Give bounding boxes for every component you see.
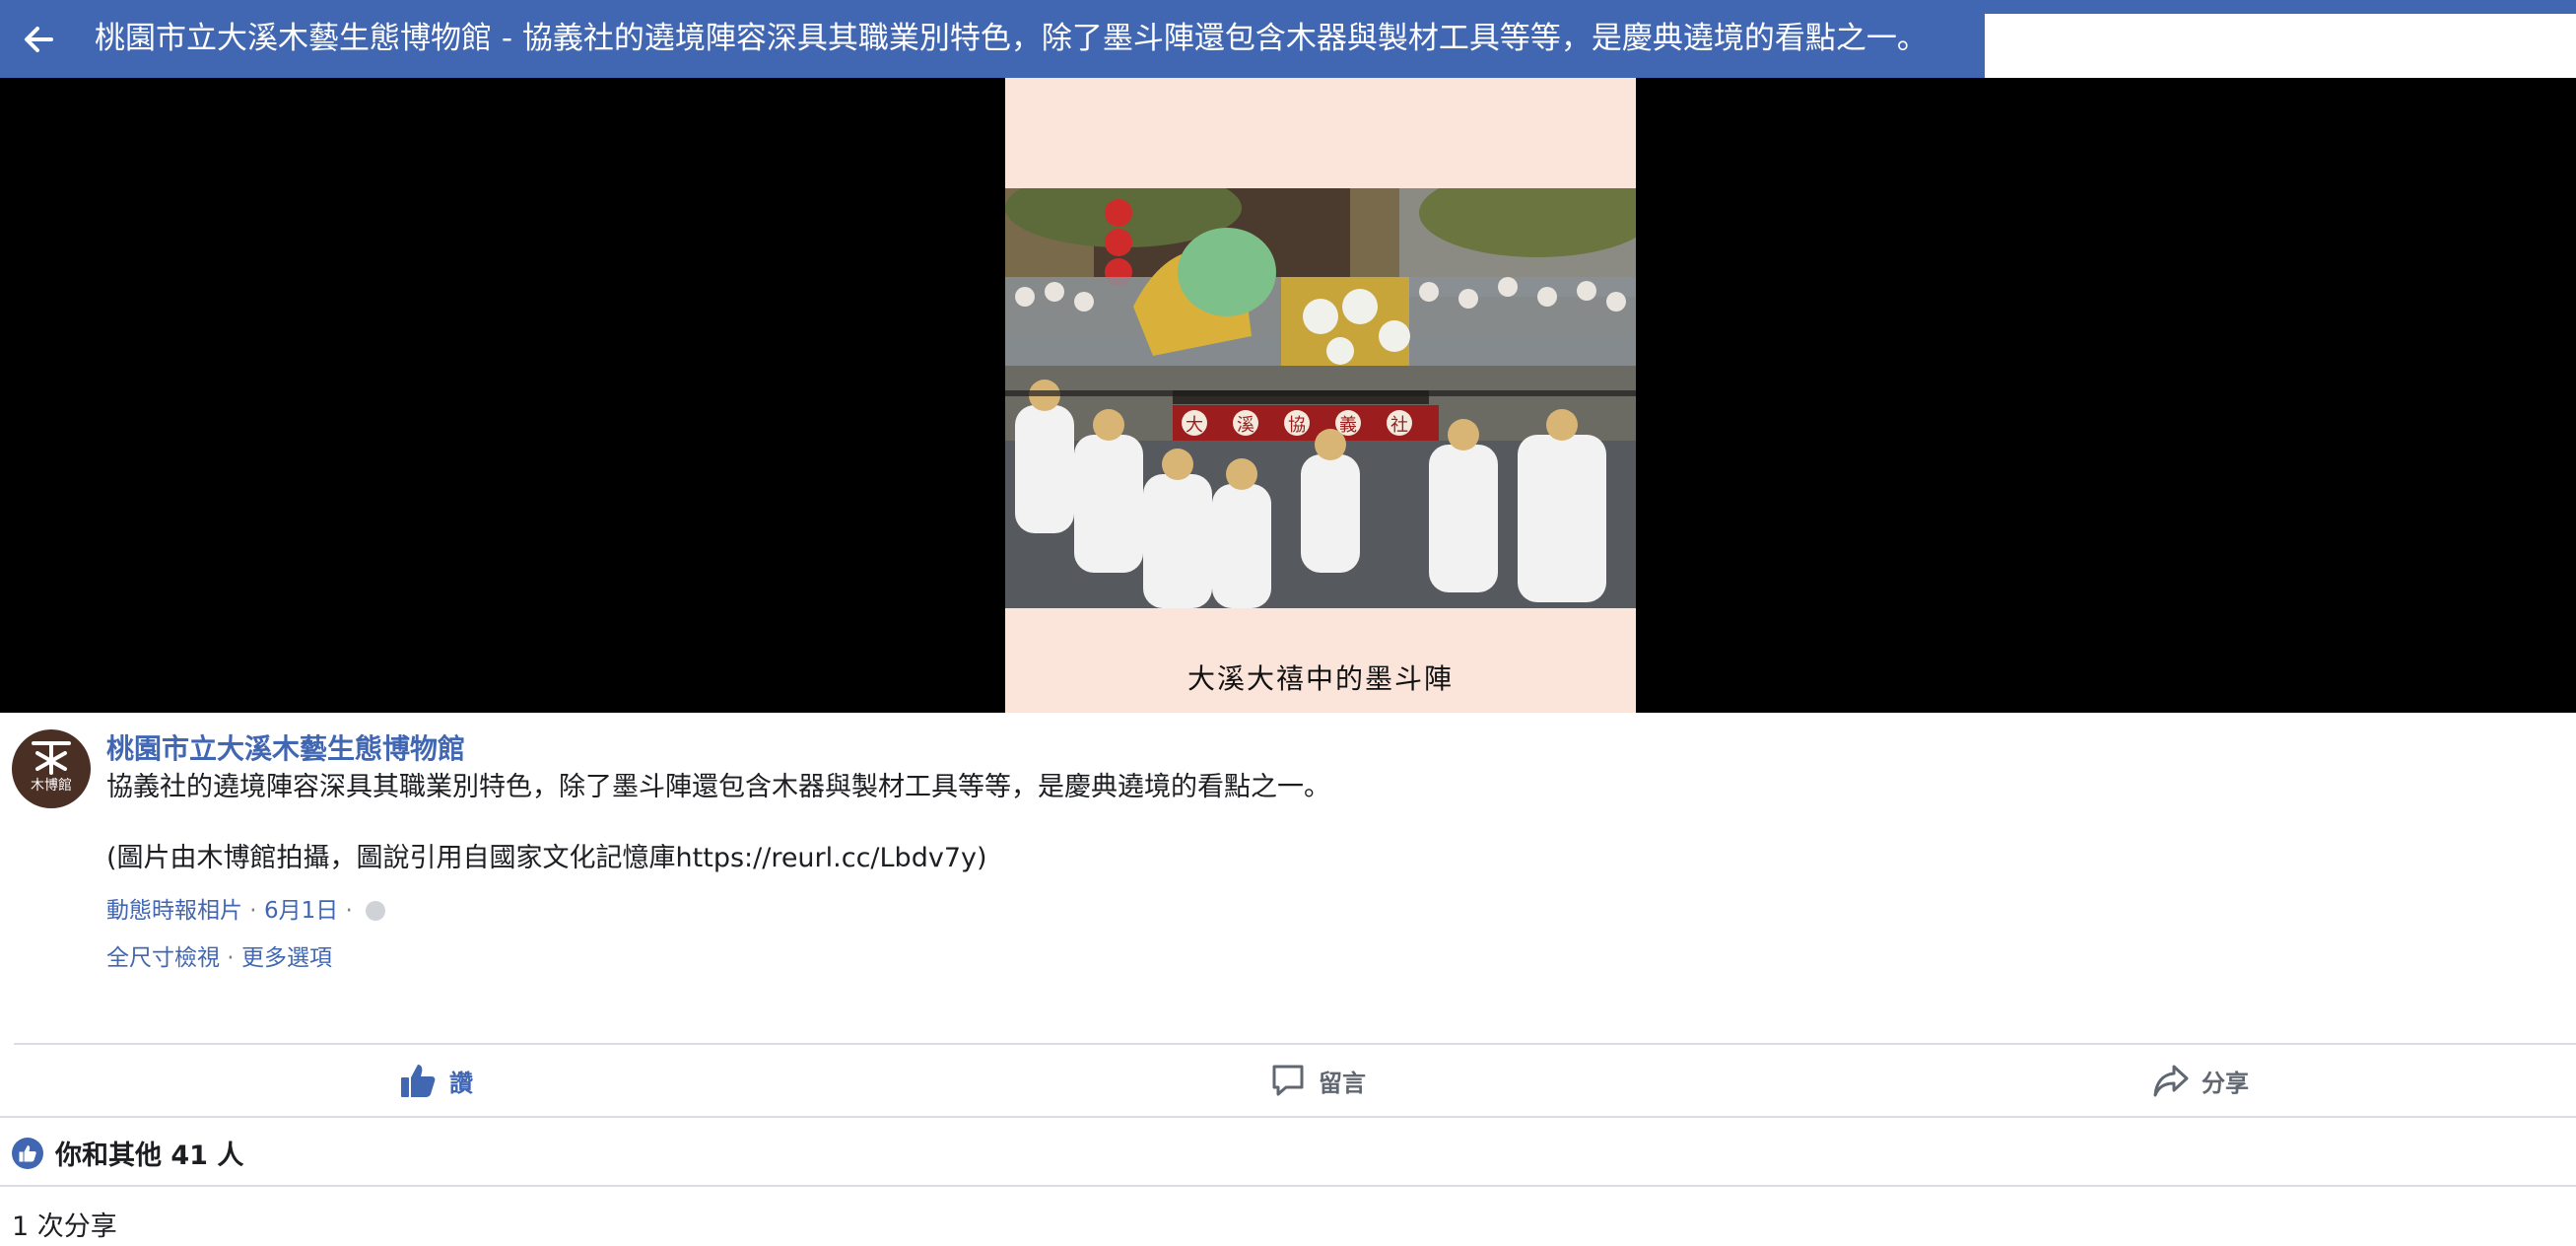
thumbs-up-icon: [401, 1065, 436, 1097]
avatar[interactable]: 木博館: [12, 729, 91, 808]
back-arrow-icon[interactable]: [18, 18, 61, 61]
divider: [0, 1116, 2576, 1118]
media-viewer: 大 溪 協 義 社 大溪大禧中的墨斗陣: [0, 78, 2576, 713]
options-separator: ·: [220, 945, 241, 971]
top-bar-strip: [1985, 0, 2576, 14]
post-meta: 動態時報相片 · 6月1日 ·: [106, 891, 386, 925]
meta-separator: ·: [242, 898, 264, 924]
reactions-summary[interactable]: 你和其他 41 人: [12, 1134, 243, 1172]
comment-icon: [1272, 1065, 1304, 1096]
banner-char: 溪: [1237, 415, 1254, 436]
shares-count[interactable]: 1 次分享: [12, 1205, 117, 1243]
post-credit-text: (圖片由木博館拍攝，圖說引用自國家文化記憶庫https://reurl.cc/L…: [106, 843, 987, 873]
like-button[interactable]: 讚: [398, 1063, 473, 1098]
likes-count-text: 你和其他 41 人: [55, 1141, 244, 1171]
photo-card[interactable]: 大 溪 協 義 社 大溪大禧中的墨斗陣: [1005, 78, 1636, 713]
share-label: 分享: [2202, 1069, 2249, 1097]
share-button[interactable]: 分享: [2152, 1063, 2249, 1098]
image-caption: 大溪大禧中的墨斗陣: [1186, 662, 1454, 695]
page-title: 桃園市立大溪木藝生態博物館 - 協義社的遶境陣容深具其職業別特色，除了墨斗陣還包…: [95, 21, 1928, 56]
banner-char: 義: [1339, 415, 1357, 436]
banner-char: 大: [1186, 415, 1203, 436]
page-name-link[interactable]: 桃園市立大溪木藝生態博物館: [106, 727, 465, 767]
photo[interactable]: 大溪協義社: [1005, 188, 1636, 608]
meta-separator: ·: [338, 898, 361, 924]
comment-label: 留言: [1319, 1069, 1366, 1097]
banner-char: 協: [1288, 415, 1306, 436]
like-badge-icon: [12, 1137, 43, 1169]
photo-options: 全尺寸檢視 · 更多選項: [106, 938, 332, 972]
globe-icon: [366, 901, 386, 921]
post-text: 協義社的遶境陣容深具其職業別特色，除了墨斗陣還包含木器與製材工具等等，是慶典遶境…: [106, 772, 1330, 802]
divider: [0, 1185, 2576, 1187]
divider: [14, 1043, 2576, 1045]
like-label: 讚: [449, 1069, 473, 1097]
banner-char: 社: [1390, 415, 1408, 436]
comment-button[interactable]: 留言: [1269, 1063, 1366, 1098]
date-link[interactable]: 6月1日: [264, 898, 338, 924]
full-size-link[interactable]: 全尺寸檢視: [106, 945, 220, 971]
share-icon: [2153, 1065, 2189, 1097]
avatar-label: 木博館: [31, 778, 72, 794]
more-options-link[interactable]: 更多選項: [241, 945, 332, 971]
album-link[interactable]: 動態時報相片: [106, 898, 242, 924]
